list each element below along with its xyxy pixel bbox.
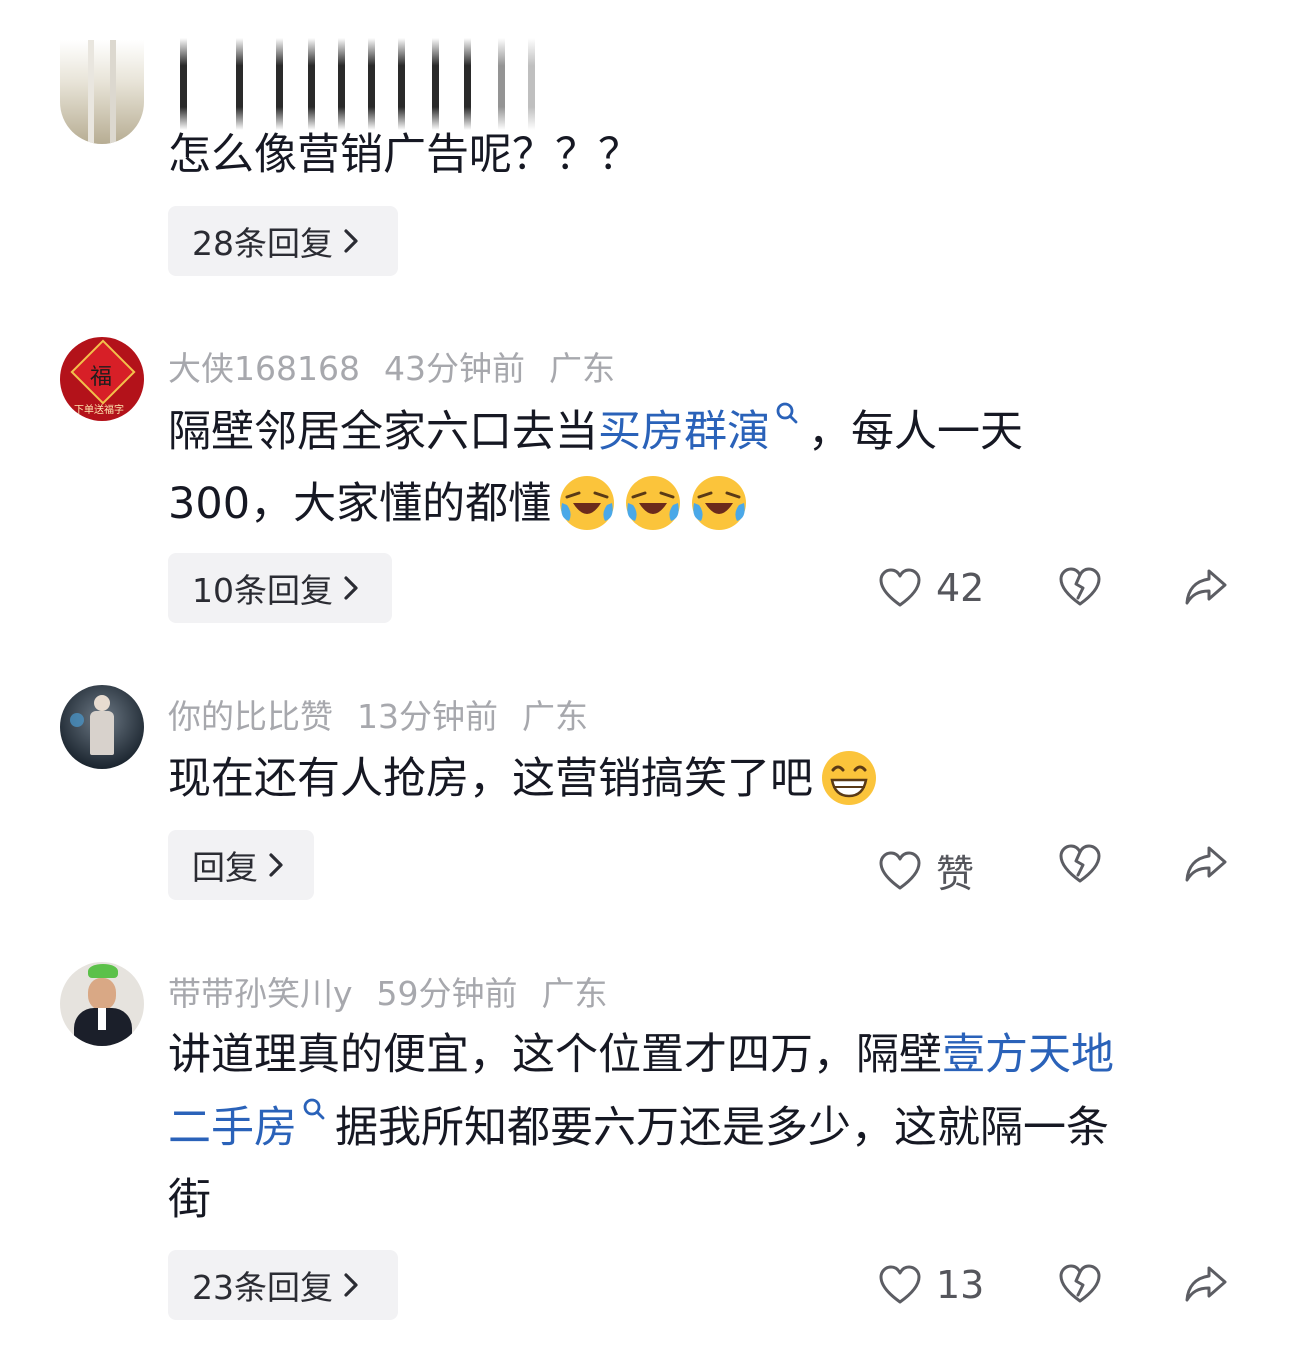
like-count: 42: [936, 566, 985, 610]
search-link[interactable]: 买房群演: [598, 407, 770, 457]
location: 广东: [548, 349, 615, 388]
dislike-button[interactable]: [1058, 843, 1102, 885]
comment-text: 现在还有人抢房，这营销搞笑了吧: [168, 743, 879, 815]
avatar[interactable]: 福 下单送福字: [60, 337, 144, 421]
share-icon: [1185, 846, 1227, 882]
grinning-emoji: [822, 750, 876, 805]
timestamp: 59分钟前: [376, 974, 518, 1013]
reply-label: 回复: [192, 848, 258, 887]
chevron-right-icon: [269, 853, 283, 877]
timestamp: 43分钟前: [383, 349, 525, 388]
username[interactable]: 大侠168168: [168, 349, 360, 388]
obscured-username: [168, 38, 558, 130]
comment-text-line2: 300，大家懂的都懂: [168, 468, 749, 540]
reply-label: 10条回复: [192, 571, 333, 610]
share-button[interactable]: [1184, 1263, 1228, 1305]
comment-text: 怎么像营销广告呢？？？: [168, 130, 641, 180]
chevron-right-icon: [344, 1273, 358, 1297]
dislike-button[interactable]: [1058, 1263, 1102, 1305]
search-icon[interactable]: [774, 400, 800, 430]
laughing-crying-emoji: [626, 475, 681, 530]
comment-meta: 大侠168168 43分钟前 广东: [168, 342, 639, 390]
like-button[interactable]: 13: [878, 1263, 984, 1307]
username[interactable]: 你的比比赞: [168, 697, 333, 736]
reply-label: 28条回复: [192, 224, 333, 263]
chevron-right-icon: [344, 229, 358, 253]
heart-icon: [879, 851, 921, 889]
view-replies-button[interactable]: 10条回复: [168, 553, 392, 623]
dislike-icon: [1059, 1264, 1101, 1303]
reply-label: 23条回复: [192, 1268, 333, 1307]
search-icon[interactable]: [301, 1096, 327, 1126]
location: 广东: [541, 974, 608, 1013]
search-link[interactable]: 二手房: [168, 1103, 297, 1153]
dislike-button[interactable]: [1058, 566, 1102, 608]
avatar[interactable]: [60, 962, 144, 1046]
comment-text: 隔壁邻居全家六口去当买房群演 ，每人一天: [168, 396, 1023, 468]
reply-button[interactable]: 回复: [168, 830, 314, 900]
like-button[interactable]: 42: [878, 566, 984, 610]
chevron-right-icon: [344, 576, 358, 600]
comment-text-line3: 街: [168, 1175, 211, 1225]
share-button[interactable]: [1184, 843, 1228, 885]
like-button[interactable]: 赞: [878, 843, 974, 898]
timestamp: 13分钟前: [357, 697, 498, 736]
dislike-icon: [1059, 567, 1101, 606]
like-count: 赞: [936, 852, 975, 896]
location: 广东: [522, 697, 588, 736]
share-icon: [1185, 569, 1227, 605]
share-icon: [1185, 1266, 1227, 1302]
view-replies-button[interactable]: 28条回复: [168, 206, 398, 276]
heart-icon: [879, 568, 921, 607]
search-link[interactable]: 壹方天地: [942, 1030, 1114, 1080]
laughing-crying-emoji: [692, 475, 747, 530]
laughing-crying-emoji: [560, 475, 615, 530]
comment-text-line2: 二手房 据我所知都要六万还是多少，这就隔一条: [168, 1092, 1109, 1164]
avatar[interactable]: [60, 685, 144, 769]
heart-icon: [879, 1265, 921, 1304]
comment-meta: 你的比比赞 13分钟前 广东: [168, 690, 612, 738]
avatar[interactable]: [60, 40, 144, 144]
comment-text: 讲道理真的便宜，这个位置才四万，隔壁壹方天地: [168, 1030, 1114, 1080]
view-replies-button[interactable]: 23条回复: [168, 1250, 398, 1320]
dislike-icon: [1059, 844, 1101, 883]
comment-meta: 带带孙笑川y 59分钟前 广东: [168, 967, 632, 1015]
share-button[interactable]: [1184, 566, 1228, 608]
username[interactable]: 带带孙笑川y: [168, 974, 353, 1013]
like-count: 13: [936, 1263, 985, 1307]
